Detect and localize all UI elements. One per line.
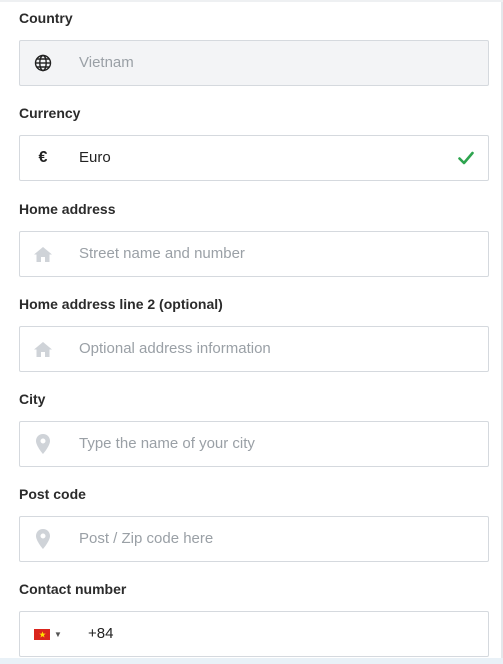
post-code-label: Post code bbox=[19, 486, 86, 502]
country-field: Country Vietnam bbox=[19, 8, 489, 86]
post-code-input[interactable]: Post / Zip code here bbox=[19, 516, 489, 562]
currency-value: Euro bbox=[79, 149, 111, 166]
home-address-2-field: Home address line 2 (optional) Optional … bbox=[19, 294, 489, 372]
check-icon bbox=[458, 136, 474, 180]
chevron-down-icon: ▼ bbox=[54, 629, 62, 639]
currency-select[interactable]: € Euro bbox=[19, 135, 489, 181]
country-select[interactable]: Vietnam bbox=[19, 40, 489, 86]
contact-number-field: Contact number ▼ +84 bbox=[19, 579, 489, 657]
vietnam-flag-icon bbox=[34, 628, 50, 640]
contact-number-value: +84 bbox=[88, 625, 114, 642]
home-icon bbox=[20, 327, 66, 371]
address-form: Country Vietnam Currency € Euro Home add… bbox=[0, 0, 503, 664]
home-address-input[interactable]: Street name and number bbox=[19, 231, 489, 277]
country-code-dropdown[interactable]: ▼ bbox=[34, 612, 62, 656]
euro-icon: € bbox=[20, 136, 66, 180]
contact-number-label: Contact number bbox=[19, 581, 127, 597]
home-address-label: Home address bbox=[19, 201, 116, 217]
city-input[interactable]: Type the name of your city bbox=[19, 421, 489, 467]
home-address-2-label: Home address line 2 (optional) bbox=[19, 296, 223, 312]
city-label: City bbox=[19, 391, 46, 407]
city-placeholder: Type the name of your city bbox=[79, 435, 255, 452]
country-label: Country bbox=[19, 10, 73, 26]
top-divider bbox=[0, 0, 503, 2]
currency-symbol: € bbox=[38, 149, 48, 166]
home-address-field: Home address Street name and number bbox=[19, 199, 489, 277]
globe-icon bbox=[20, 41, 66, 85]
city-field: City Type the name of your city bbox=[19, 389, 489, 467]
currency-label: Currency bbox=[19, 105, 81, 121]
post-code-placeholder: Post / Zip code here bbox=[79, 530, 214, 547]
home-address-2-placeholder: Optional address information bbox=[79, 340, 271, 357]
currency-field: Currency € Euro bbox=[19, 103, 489, 181]
home-address-placeholder: Street name and number bbox=[79, 245, 245, 262]
location-pin-icon bbox=[20, 517, 66, 561]
post-code-field: Post code Post / Zip code here bbox=[19, 484, 489, 562]
contact-number-input[interactable]: ▼ +84 bbox=[19, 611, 489, 657]
home-address-2-input[interactable]: Optional address information bbox=[19, 326, 489, 372]
country-value: Vietnam bbox=[79, 54, 134, 71]
location-pin-icon bbox=[20, 422, 66, 466]
home-icon bbox=[20, 232, 66, 276]
bottom-strip bbox=[0, 658, 503, 664]
